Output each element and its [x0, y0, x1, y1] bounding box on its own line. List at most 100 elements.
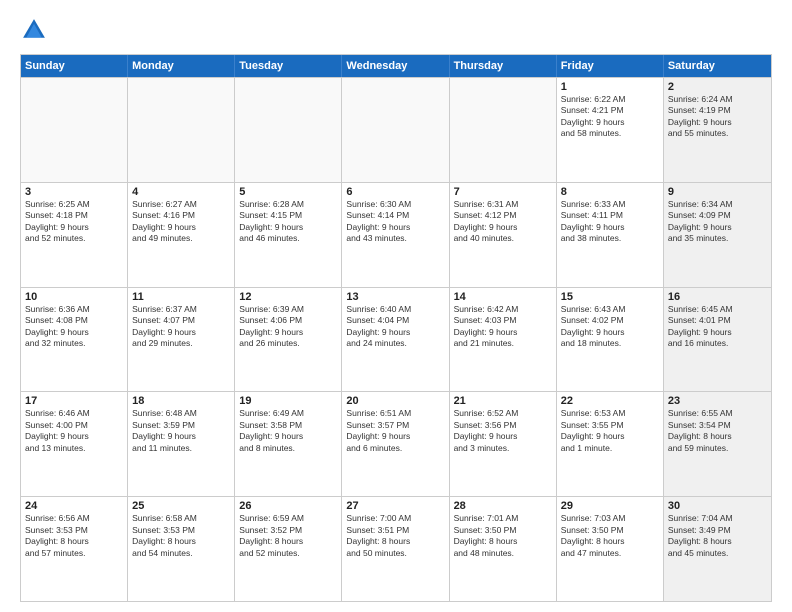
- day-info: Sunrise: 6:22 AM Sunset: 4:21 PM Dayligh…: [561, 94, 659, 140]
- cal-cell-2-1: 11Sunrise: 6:37 AM Sunset: 4:07 PM Dayli…: [128, 288, 235, 392]
- day-number: 9: [668, 186, 767, 198]
- day-info: Sunrise: 6:53 AM Sunset: 3:55 PM Dayligh…: [561, 408, 659, 454]
- calendar-row-2: 10Sunrise: 6:36 AM Sunset: 4:08 PM Dayli…: [21, 287, 771, 392]
- day-info: Sunrise: 6:24 AM Sunset: 4:19 PM Dayligh…: [668, 94, 767, 140]
- day-info: Sunrise: 6:27 AM Sunset: 4:16 PM Dayligh…: [132, 199, 230, 245]
- day-number: 29: [561, 500, 659, 512]
- cal-cell-0-0: [21, 78, 128, 182]
- day-info: Sunrise: 6:42 AM Sunset: 4:03 PM Dayligh…: [454, 304, 552, 350]
- day-number: 19: [239, 395, 337, 407]
- day-info: Sunrise: 6:58 AM Sunset: 3:53 PM Dayligh…: [132, 513, 230, 559]
- day-info: Sunrise: 6:59 AM Sunset: 3:52 PM Dayligh…: [239, 513, 337, 559]
- day-number: 3: [25, 186, 123, 198]
- day-info: Sunrise: 6:34 AM Sunset: 4:09 PM Dayligh…: [668, 199, 767, 245]
- cal-cell-1-1: 4Sunrise: 6:27 AM Sunset: 4:16 PM Daylig…: [128, 183, 235, 287]
- cal-cell-3-6: 23Sunrise: 6:55 AM Sunset: 3:54 PM Dayli…: [664, 392, 771, 496]
- day-number: 11: [132, 291, 230, 303]
- header-day-tuesday: Tuesday: [235, 55, 342, 77]
- cal-cell-1-5: 8Sunrise: 6:33 AM Sunset: 4:11 PM Daylig…: [557, 183, 664, 287]
- day-info: Sunrise: 6:51 AM Sunset: 3:57 PM Dayligh…: [346, 408, 444, 454]
- day-info: Sunrise: 6:40 AM Sunset: 4:04 PM Dayligh…: [346, 304, 444, 350]
- day-number: 23: [668, 395, 767, 407]
- cal-cell-3-3: 20Sunrise: 6:51 AM Sunset: 3:57 PM Dayli…: [342, 392, 449, 496]
- cal-cell-2-2: 12Sunrise: 6:39 AM Sunset: 4:06 PM Dayli…: [235, 288, 342, 392]
- day-info: Sunrise: 6:28 AM Sunset: 4:15 PM Dayligh…: [239, 199, 337, 245]
- header: [20, 16, 772, 44]
- day-info: Sunrise: 6:36 AM Sunset: 4:08 PM Dayligh…: [25, 304, 123, 350]
- cal-cell-3-5: 22Sunrise: 6:53 AM Sunset: 3:55 PM Dayli…: [557, 392, 664, 496]
- day-number: 8: [561, 186, 659, 198]
- cal-cell-4-5: 29Sunrise: 7:03 AM Sunset: 3:50 PM Dayli…: [557, 497, 664, 601]
- day-info: Sunrise: 6:49 AM Sunset: 3:58 PM Dayligh…: [239, 408, 337, 454]
- cal-cell-4-6: 30Sunrise: 7:04 AM Sunset: 3:49 PM Dayli…: [664, 497, 771, 601]
- cal-cell-1-6: 9Sunrise: 6:34 AM Sunset: 4:09 PM Daylig…: [664, 183, 771, 287]
- day-number: 1: [561, 81, 659, 93]
- cal-cell-0-6: 2Sunrise: 6:24 AM Sunset: 4:19 PM Daylig…: [664, 78, 771, 182]
- cal-cell-0-2: [235, 78, 342, 182]
- cal-cell-1-4: 7Sunrise: 6:31 AM Sunset: 4:12 PM Daylig…: [450, 183, 557, 287]
- logo-icon: [20, 16, 48, 44]
- page: SundayMondayTuesdayWednesdayThursdayFrid…: [0, 0, 792, 612]
- cal-cell-2-0: 10Sunrise: 6:36 AM Sunset: 4:08 PM Dayli…: [21, 288, 128, 392]
- day-number: 2: [668, 81, 767, 93]
- cal-cell-1-3: 6Sunrise: 6:30 AM Sunset: 4:14 PM Daylig…: [342, 183, 449, 287]
- day-number: 5: [239, 186, 337, 198]
- cal-cell-3-1: 18Sunrise: 6:48 AM Sunset: 3:59 PM Dayli…: [128, 392, 235, 496]
- day-number: 4: [132, 186, 230, 198]
- day-info: Sunrise: 6:30 AM Sunset: 4:14 PM Dayligh…: [346, 199, 444, 245]
- header-day-sunday: Sunday: [21, 55, 128, 77]
- header-day-wednesday: Wednesday: [342, 55, 449, 77]
- cal-cell-0-4: [450, 78, 557, 182]
- calendar-row-3: 17Sunrise: 6:46 AM Sunset: 4:00 PM Dayli…: [21, 391, 771, 496]
- day-info: Sunrise: 7:01 AM Sunset: 3:50 PM Dayligh…: [454, 513, 552, 559]
- cal-cell-0-5: 1Sunrise: 6:22 AM Sunset: 4:21 PM Daylig…: [557, 78, 664, 182]
- day-number: 21: [454, 395, 552, 407]
- cal-cell-4-0: 24Sunrise: 6:56 AM Sunset: 3:53 PM Dayli…: [21, 497, 128, 601]
- cal-cell-1-2: 5Sunrise: 6:28 AM Sunset: 4:15 PM Daylig…: [235, 183, 342, 287]
- day-info: Sunrise: 6:43 AM Sunset: 4:02 PM Dayligh…: [561, 304, 659, 350]
- day-number: 22: [561, 395, 659, 407]
- day-number: 30: [668, 500, 767, 512]
- cal-cell-3-2: 19Sunrise: 6:49 AM Sunset: 3:58 PM Dayli…: [235, 392, 342, 496]
- day-info: Sunrise: 7:03 AM Sunset: 3:50 PM Dayligh…: [561, 513, 659, 559]
- calendar: SundayMondayTuesdayWednesdayThursdayFrid…: [20, 54, 772, 602]
- day-info: Sunrise: 6:55 AM Sunset: 3:54 PM Dayligh…: [668, 408, 767, 454]
- cal-cell-2-5: 15Sunrise: 6:43 AM Sunset: 4:02 PM Dayli…: [557, 288, 664, 392]
- cal-cell-1-0: 3Sunrise: 6:25 AM Sunset: 4:18 PM Daylig…: [21, 183, 128, 287]
- day-number: 15: [561, 291, 659, 303]
- day-info: Sunrise: 6:39 AM Sunset: 4:06 PM Dayligh…: [239, 304, 337, 350]
- day-info: Sunrise: 6:48 AM Sunset: 3:59 PM Dayligh…: [132, 408, 230, 454]
- day-number: 13: [346, 291, 444, 303]
- cal-cell-0-3: [342, 78, 449, 182]
- day-info: Sunrise: 6:33 AM Sunset: 4:11 PM Dayligh…: [561, 199, 659, 245]
- day-info: Sunrise: 6:31 AM Sunset: 4:12 PM Dayligh…: [454, 199, 552, 245]
- day-number: 6: [346, 186, 444, 198]
- day-info: Sunrise: 6:52 AM Sunset: 3:56 PM Dayligh…: [454, 408, 552, 454]
- calendar-body: 1Sunrise: 6:22 AM Sunset: 4:21 PM Daylig…: [21, 77, 771, 601]
- day-number: 28: [454, 500, 552, 512]
- calendar-row-4: 24Sunrise: 6:56 AM Sunset: 3:53 PM Dayli…: [21, 496, 771, 601]
- calendar-row-1: 3Sunrise: 6:25 AM Sunset: 4:18 PM Daylig…: [21, 182, 771, 287]
- day-number: 24: [25, 500, 123, 512]
- day-number: 7: [454, 186, 552, 198]
- day-number: 26: [239, 500, 337, 512]
- day-info: Sunrise: 6:37 AM Sunset: 4:07 PM Dayligh…: [132, 304, 230, 350]
- day-number: 14: [454, 291, 552, 303]
- day-number: 20: [346, 395, 444, 407]
- day-info: Sunrise: 6:56 AM Sunset: 3:53 PM Dayligh…: [25, 513, 123, 559]
- cal-cell-4-2: 26Sunrise: 6:59 AM Sunset: 3:52 PM Dayli…: [235, 497, 342, 601]
- day-number: 25: [132, 500, 230, 512]
- cal-cell-3-0: 17Sunrise: 6:46 AM Sunset: 4:00 PM Dayli…: [21, 392, 128, 496]
- day-number: 16: [668, 291, 767, 303]
- day-number: 27: [346, 500, 444, 512]
- calendar-header: SundayMondayTuesdayWednesdayThursdayFrid…: [21, 55, 771, 77]
- day-number: 12: [239, 291, 337, 303]
- cal-cell-4-1: 25Sunrise: 6:58 AM Sunset: 3:53 PM Dayli…: [128, 497, 235, 601]
- calendar-row-0: 1Sunrise: 6:22 AM Sunset: 4:21 PM Daylig…: [21, 77, 771, 182]
- day-info: Sunrise: 6:45 AM Sunset: 4:01 PM Dayligh…: [668, 304, 767, 350]
- cal-cell-2-4: 14Sunrise: 6:42 AM Sunset: 4:03 PM Dayli…: [450, 288, 557, 392]
- day-number: 17: [25, 395, 123, 407]
- cal-cell-4-3: 27Sunrise: 7:00 AM Sunset: 3:51 PM Dayli…: [342, 497, 449, 601]
- header-day-friday: Friday: [557, 55, 664, 77]
- day-info: Sunrise: 6:46 AM Sunset: 4:00 PM Dayligh…: [25, 408, 123, 454]
